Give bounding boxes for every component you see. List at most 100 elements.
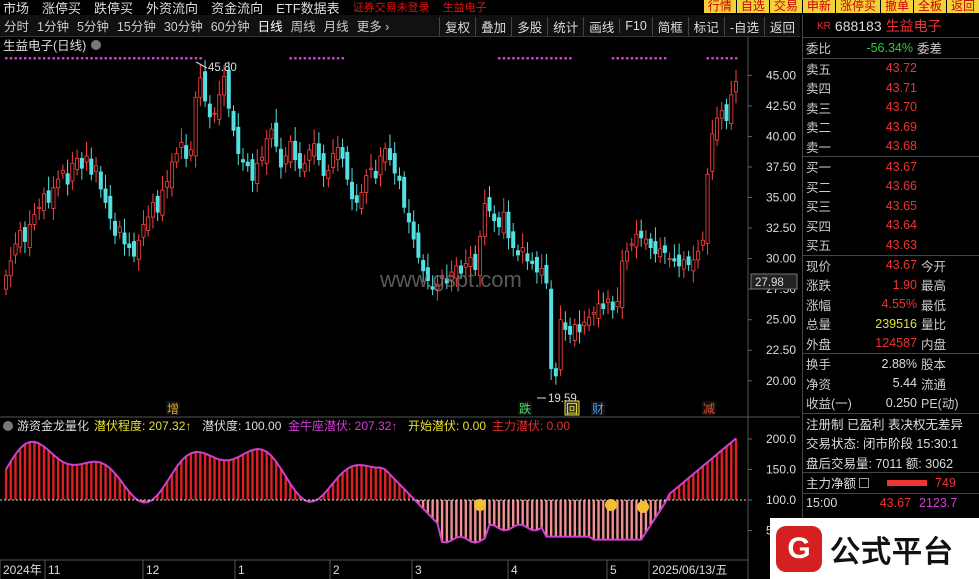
bids-row[interactable]: 买三 43.65 xyxy=(803,196,979,216)
candle-body xyxy=(326,170,331,179)
tab-1min[interactable]: 1分钟 xyxy=(33,16,73,35)
candle-body xyxy=(136,239,141,260)
candle-body xyxy=(615,300,620,308)
price-tick-label: 42.50 xyxy=(766,99,796,113)
candle-body xyxy=(520,247,525,253)
tool-draw[interactable]: 画线 xyxy=(583,16,619,36)
candle-body xyxy=(696,250,701,261)
candle-body xyxy=(108,195,113,219)
tick-time: 15:00 xyxy=(806,496,838,511)
candle-body xyxy=(22,227,27,242)
stats1-row[interactable]: 涨跌 1.90 最高 xyxy=(803,275,979,295)
signal-dot xyxy=(298,57,302,60)
tool-multi-stock[interactable]: 多股 xyxy=(511,16,547,36)
signal-dot xyxy=(526,57,529,60)
bids-row[interactable]: 买二 43.66 xyxy=(803,177,979,197)
tool-adjust[interactable]: 复权 xyxy=(439,16,475,36)
btn-back-top[interactable]: 返回 xyxy=(946,0,979,13)
stock-code: 688183 xyxy=(834,18,882,34)
stats1-row[interactable]: 涨幅 4.55% 最低 xyxy=(803,295,979,315)
tool-remove-watch[interactable]: -自选 xyxy=(723,16,764,36)
stats1-row[interactable]: 总量 239516 量比 xyxy=(803,314,979,334)
btn-all-board[interactable]: 全板 xyxy=(913,0,946,13)
stats2-value: 2.88% xyxy=(881,356,917,371)
kline-chart[interactable]: 生益电子(日线) 45.00 42.50 40.00 37.50 35.00 32.50 3… xyxy=(0,37,800,579)
stats2-row[interactable]: 净资 5.44 流通 xyxy=(803,374,979,394)
asks-row[interactable]: 卖四 43.71 xyxy=(803,78,979,98)
tab-daily[interactable]: 日线 xyxy=(254,16,287,35)
quote-header: KR 688183 生益电子 xyxy=(803,15,979,37)
signal-dot xyxy=(95,57,98,60)
notice-stock: 生益电子 xyxy=(442,2,487,14)
candle-body xyxy=(734,81,739,93)
asks-row[interactable]: 卖一 43.68 xyxy=(803,137,979,157)
candle-body xyxy=(515,250,520,256)
indicator-menu-icon[interactable] xyxy=(3,421,13,431)
event-marker[interactable]: 增 xyxy=(167,402,179,416)
chart-title-dropdown-icon[interactable] xyxy=(91,40,101,50)
candle-body xyxy=(84,155,89,163)
tool-simple-frame[interactable]: 简框 xyxy=(651,16,688,36)
signal-dot xyxy=(42,57,46,60)
candle-body xyxy=(222,76,227,96)
bids-label: 买三 xyxy=(806,200,832,215)
tab-monthly[interactable]: 月线 xyxy=(320,16,353,35)
signal-dot xyxy=(303,57,307,60)
stats1-row[interactable]: 外盘 124587 内盘 xyxy=(803,334,979,354)
login-notice[interactable]: 证券交易未登录 xyxy=(353,0,430,15)
candle-body xyxy=(539,267,544,276)
btn-trade[interactable]: 交易 xyxy=(769,0,802,13)
tab-5min[interactable]: 5分钟 xyxy=(73,16,113,35)
tab-more[interactable]: 更多 › xyxy=(353,16,394,35)
candle-body xyxy=(468,256,473,267)
asks-row[interactable]: 卖二 43.69 xyxy=(803,117,979,137)
weicha-label: 委差 xyxy=(917,42,943,57)
main-net-icon[interactable] xyxy=(859,477,870,488)
asks-label: 卖五 xyxy=(806,62,832,77)
time-label: 2025/06/13/五 xyxy=(652,563,727,577)
watermark: www.gspt.com xyxy=(379,267,522,292)
bid-book: 买一 43.67 买二 43.66 买三 43.65 买四 43.64 买五 43.63 xyxy=(803,157,979,255)
tool-f10[interactable]: F10 xyxy=(619,19,652,33)
weibi-row: 委比 -56.34% 委差 xyxy=(803,38,979,58)
indicator-value-main: 主力潜伏: 0.00 xyxy=(492,419,570,433)
asks-row[interactable]: 卖五 43.72 xyxy=(803,59,979,79)
signal-dot xyxy=(720,57,724,60)
candle-body xyxy=(193,96,198,157)
tool-stats[interactable]: 统计 xyxy=(547,16,583,36)
bids-row[interactable]: 买一 43.67 xyxy=(803,157,979,177)
bids-row[interactable]: 买五 43.63 xyxy=(803,235,979,255)
stats1-label2: 内盘 xyxy=(921,337,947,352)
candle-body xyxy=(596,303,601,319)
stats2-row[interactable]: 换手 2.88% 股本 xyxy=(803,354,979,374)
tab-60min[interactable]: 60分钟 xyxy=(207,16,254,35)
signal-dot xyxy=(180,57,183,60)
event-marker[interactable]: 减 xyxy=(703,402,715,416)
tick-row: 15:00 43.67 2123.7 xyxy=(803,494,979,514)
tab-intraday[interactable]: 分时 xyxy=(0,16,33,35)
tool-overlay[interactable]: 叠加 xyxy=(475,16,511,36)
event-marker[interactable]: 回 xyxy=(566,402,578,416)
time-label: 11 xyxy=(48,563,61,577)
tool-mark[interactable]: 标记 xyxy=(687,16,724,36)
btn-watchlist[interactable]: 自选 xyxy=(736,0,769,13)
tab-30min[interactable]: 30分钟 xyxy=(160,16,207,35)
stats2-label2: PE(动) xyxy=(921,397,959,412)
btn-limit-up[interactable]: 涨停买 xyxy=(835,0,880,13)
event-marker[interactable]: 财 xyxy=(592,402,604,416)
btn-new-ipo[interactable]: 申新 xyxy=(802,0,835,13)
tool-back[interactable]: 返回 xyxy=(763,16,800,36)
tab-weekly[interactable]: 周线 xyxy=(287,16,320,35)
asks-row[interactable]: 卖三 43.70 xyxy=(803,98,979,118)
stats2-row[interactable]: 收益(一) 0.250 PE(动) xyxy=(803,393,979,413)
signal-dot xyxy=(137,57,141,60)
stats1-row[interactable]: 现价 43.67 今开 xyxy=(803,256,979,276)
signal-dot xyxy=(644,57,648,60)
tab-15min[interactable]: 15分钟 xyxy=(113,16,160,35)
signal-dot xyxy=(109,57,112,60)
candle-body xyxy=(169,161,174,189)
btn-quote[interactable]: 行情 xyxy=(703,0,736,13)
btn-cancel-order[interactable]: 撤单 xyxy=(880,0,913,13)
event-marker[interactable]: 跌 xyxy=(519,401,531,416)
bids-row[interactable]: 买四 43.64 xyxy=(803,216,979,236)
